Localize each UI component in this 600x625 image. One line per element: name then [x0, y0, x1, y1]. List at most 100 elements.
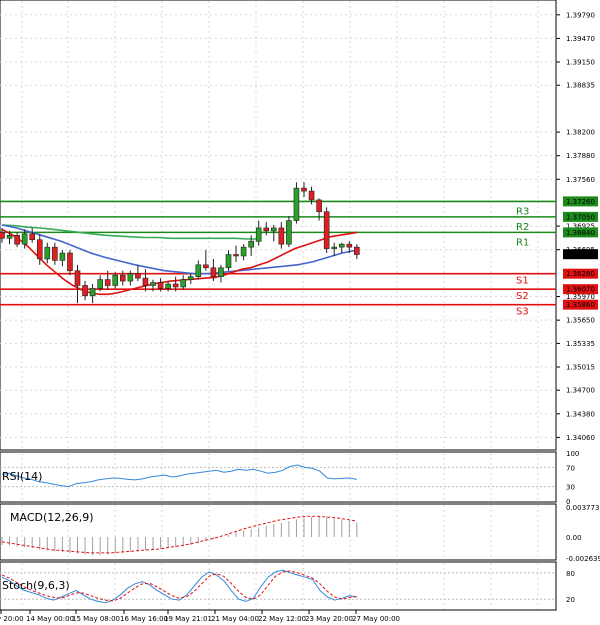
candle-body: [172, 283, 179, 288]
time-tick-label: 23 May 20:00: [305, 615, 353, 623]
price-tick-label: 1.37880: [566, 152, 595, 160]
candle-body: [89, 288, 96, 297]
candle-body: [187, 276, 194, 280]
price-tick-label: 1.34060: [566, 434, 595, 442]
rsi-title: RSI(14): [2, 470, 42, 483]
time-tick-label: y 20:00: [0, 615, 24, 623]
candle-body: [59, 252, 66, 261]
last-price-label: 1.36544: [566, 251, 595, 259]
price-axis: 1.39790 1.39470 1.39150 1.38835 1.38200 1.378…: [556, 11, 595, 442]
candle-body: [6, 235, 13, 239]
candle-body: [293, 187, 300, 221]
candle-body: [203, 264, 209, 269]
level-name-r3: R3: [516, 206, 529, 217]
level-name-s2: S2: [516, 291, 529, 302]
candle-body: [338, 243, 345, 248]
candle-body: [127, 273, 134, 282]
candle-body: [331, 246, 338, 249]
candle-body: [195, 264, 202, 277]
candle-body: [270, 227, 277, 232]
price-tick-label: 1.39150: [566, 59, 595, 67]
candle-body: [301, 187, 307, 192]
time-tick-label: 22 May 12:00: [258, 615, 306, 623]
time-tick-label: 14 May 00:00: [26, 615, 74, 623]
macd-tick-label: 0.003773: [566, 504, 599, 512]
candle-body: [104, 279, 111, 286]
candle-body: [286, 220, 292, 245]
time-tick-label: 19 May 21:01: [164, 615, 212, 623]
stoch-tick-label: 20: [566, 596, 575, 604]
stoch-tick-label: 80: [566, 570, 575, 578]
candle-body: [112, 274, 119, 286]
level-price-label: 1.36280: [566, 270, 595, 278]
rsi-panel: [0, 451, 557, 503]
time-tick-label: 21 May 04:00: [211, 615, 259, 623]
candle-body: [354, 246, 360, 255]
price-tick-label: 1.35650: [566, 317, 595, 325]
candle-body: [135, 273, 141, 279]
price-tick-label: 1.34700: [566, 387, 595, 395]
macd-title: MACD(12,26,9): [10, 511, 94, 524]
time-tick-label: 15 May 08:00: [72, 615, 120, 623]
candle-body: [240, 246, 247, 257]
stoch-panel: [0, 561, 557, 611]
price-tick-label: 1.35335: [566, 340, 595, 348]
candle-body: [255, 227, 262, 242]
candle-body: [21, 233, 28, 245]
time-tick-label: 16 May 16:00: [120, 615, 168, 623]
stoch-title: Stoch(9,6,3): [2, 579, 70, 592]
candle-body: [74, 270, 81, 286]
price-tick-label: 1.34380: [566, 410, 595, 418]
time-axis: y 20:0014 May 00:0015 May 08:0016 May 16…: [0, 610, 400, 623]
macd-tick-label: -0.002639: [566, 555, 600, 563]
rsi-tick-label: 30: [566, 484, 575, 492]
price-tick-label: 1.35015: [566, 363, 595, 371]
candle-body: [29, 233, 36, 241]
level-price-label: 1.37260: [566, 198, 595, 206]
level-name-r2: R2: [516, 222, 529, 233]
candle-body: [346, 243, 353, 248]
candle-body: [248, 240, 254, 248]
candle-body: [97, 279, 103, 289]
level-price-label: 1.36840: [566, 229, 595, 237]
level-name-s1: S1: [516, 276, 529, 287]
price-tick-label: 1.38835: [566, 82, 595, 90]
candle-body: [150, 282, 156, 286]
macd-tick-label: 0.00: [566, 534, 582, 542]
time-tick-label: 27 May 00:00: [352, 615, 400, 623]
candle-body: [67, 252, 73, 272]
candle-body: [218, 267, 224, 277]
candle-body: [165, 283, 171, 289]
candle-body: [233, 254, 239, 257]
candle-body: [52, 246, 58, 261]
candle-body: [157, 282, 164, 289]
candle-body: [82, 285, 88, 297]
level-price-label: 1.37050: [566, 213, 595, 221]
price-tick-label: 1.39790: [566, 11, 595, 19]
candle-body: [142, 277, 149, 286]
candle-body: [14, 235, 20, 245]
price-tick-label: 1.38200: [566, 129, 595, 137]
rsi-tick-label: 100: [566, 450, 579, 458]
candle-body: [278, 227, 285, 245]
candle-body: [120, 274, 126, 282]
candle-body: [308, 190, 315, 201]
price-tick-label: 1.39470: [566, 35, 595, 43]
price-tick-label: 1.37560: [566, 176, 595, 184]
candle-body: [263, 227, 270, 232]
level-price-label: 1.36070: [566, 286, 595, 294]
candle-body: [44, 246, 51, 260]
level-name-r1: R1: [516, 237, 529, 248]
level-price-label: 1.35860: [566, 301, 595, 309]
candle-body: [36, 239, 43, 260]
candle-body: [316, 199, 322, 213]
forex-chart: 1.39790 1.39470 1.39150 1.38835 1.38200 1.378…: [0, 0, 600, 623]
rsi-tick-label: 70: [566, 464, 575, 472]
candle-body: [180, 279, 186, 288]
level-name-s3: S3: [516, 307, 529, 318]
candle-body: [225, 254, 232, 269]
candle-body: [0, 232, 5, 239]
price-panel: [0, 0, 557, 451]
candle-body: [210, 267, 217, 277]
candle-body: [323, 211, 330, 249]
